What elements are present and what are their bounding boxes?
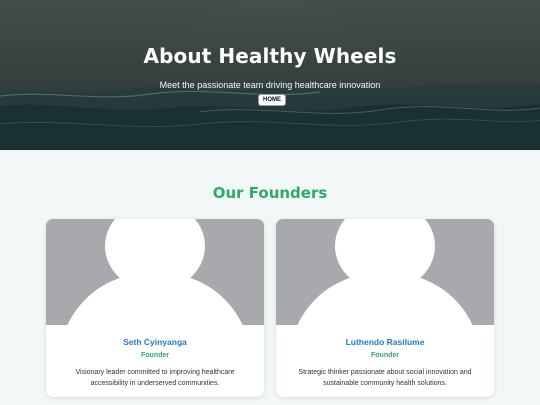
hero-background-image: [0, 0, 540, 150]
hero-subtitle: Meet the passionate team driving healthc…: [159, 80, 381, 90]
hero-banner: About Healthy Wheels Meet the passionate…: [0, 0, 540, 150]
home-button[interactable]: HOME: [258, 94, 286, 106]
founder-role: Founder: [141, 352, 169, 359]
person-silhouette-icon: [276, 219, 494, 325]
founder-card: Seth Cyinyanga Founder Visionary leader …: [46, 219, 264, 397]
avatar-body: [59, 273, 251, 325]
avatar-body: [289, 273, 481, 325]
founder-name: Luthendo Rasilume: [345, 337, 425, 347]
founder-description: Strategic thinker passionate about socia…: [298, 369, 472, 387]
founder-card: Luthendo Rasilume Founder Strategic thin…: [276, 219, 494, 397]
founder-role: Founder: [371, 352, 399, 359]
founder-name: Seth Cyinyanga: [123, 337, 187, 347]
founder-description: Visionary leader committed to improving …: [75, 369, 235, 387]
page-title: About Healthy Wheels: [143, 44, 397, 68]
person-silhouette-icon: [46, 219, 264, 325]
section-title: Our Founders: [212, 184, 328, 202]
